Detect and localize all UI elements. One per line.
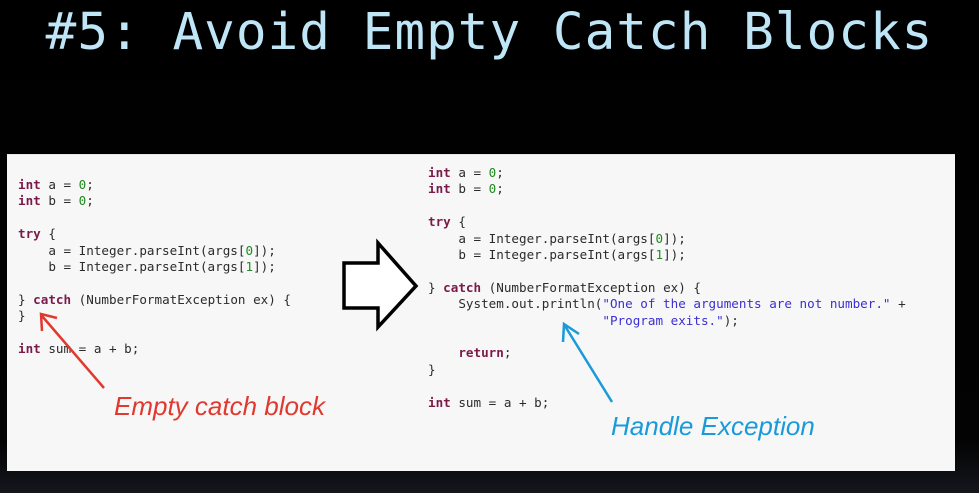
red-pointer-arrow-icon [39,312,105,389]
blue-pointer-arrow-icon [561,321,614,403]
right-arrow-outline-icon [342,238,419,332]
overlay-graphics [39,238,614,403]
